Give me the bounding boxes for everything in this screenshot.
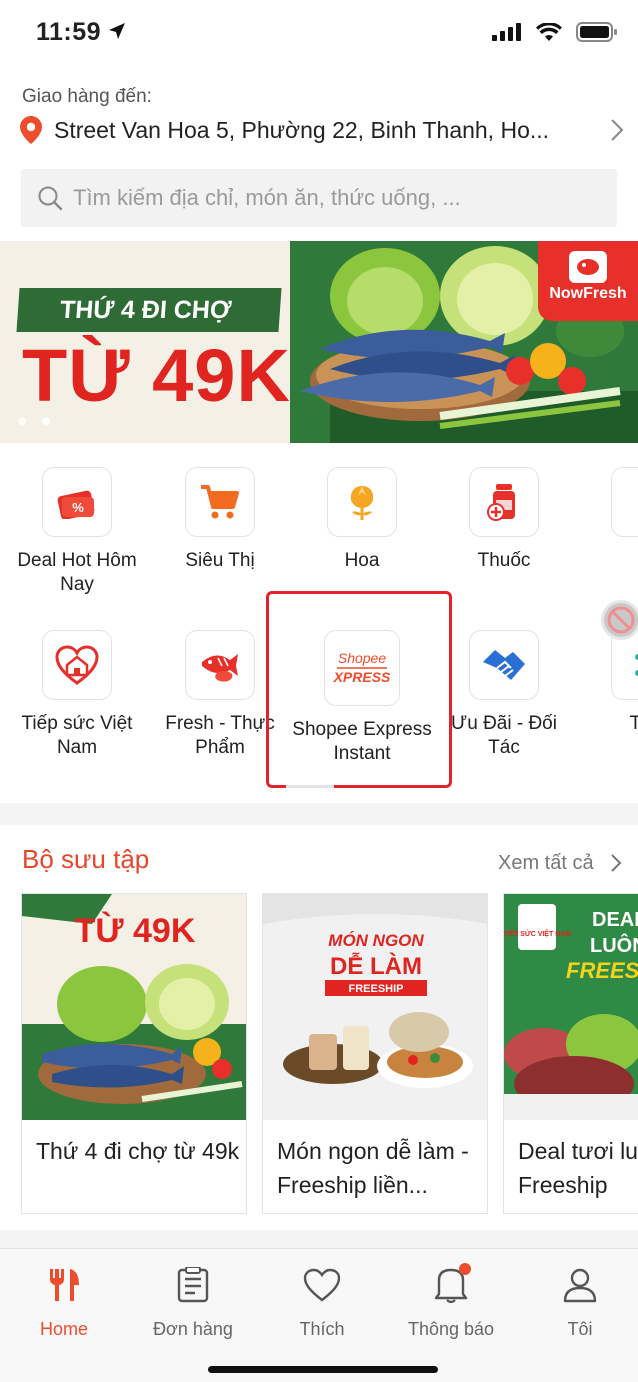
svg-text:%: % xyxy=(72,500,84,515)
collection-card-caption: Món ngon dễ làm - Freeship liền... xyxy=(277,1138,469,1198)
category-label: Deal Hot Hôm Nay xyxy=(17,550,137,595)
delivery-address[interactable]: Street Van Hoa 5, Phường 22, Binh Thanh,… xyxy=(20,112,628,148)
category-thuoc[interactable]: Thuốc xyxy=(433,467,575,573)
category-label: B xyxy=(575,549,638,573)
assistive-touch-button[interactable] xyxy=(601,600,638,640)
tab-orders[interactable]: Đơn hàng xyxy=(129,1265,257,1340)
collection-card[interactable]: TỪ 49K Thứ 4 đi chợ từ 49k xyxy=(21,893,247,1214)
banner-tag: THỨ 4 ĐI CHỢ xyxy=(16,288,282,332)
card-image-text-3: FREESHIP xyxy=(348,983,403,995)
collection-card-caption: Thứ 4 đi chợ từ 49k xyxy=(36,1138,240,1164)
see-all-link[interactable]: Xem tất cả xyxy=(498,852,594,875)
battery-icon xyxy=(576,22,617,42)
category-label: Thuốc xyxy=(477,550,531,571)
search-placeholder: Tìm kiếm địa chỉ, món ăn, thức uống, ... xyxy=(73,185,461,210)
location-pin-icon xyxy=(20,116,42,144)
bell-icon xyxy=(387,1263,515,1305)
category-deal-hot[interactable]: % Deal Hot Hôm Nay xyxy=(6,467,148,597)
collection-card-image: TIẾP SỨC VIỆT NAM DEAL LUÔN FREES xyxy=(504,894,638,1120)
collection-card[interactable]: MÓN NGON DỄ LÀM FREESHIP Món ngon dễ làm… xyxy=(262,893,488,1214)
tab-profile[interactable]: Tôi xyxy=(516,1265,638,1340)
category-label: Siêu Thị xyxy=(185,550,255,571)
delivery-label: Giao hàng đến: xyxy=(22,86,152,107)
search-icon xyxy=(38,186,63,211)
tab-label: Home xyxy=(39,1319,88,1339)
card-image-text-1: MÓN NGON xyxy=(328,931,424,950)
no-sign-icon xyxy=(607,606,635,634)
collection-card-image: TỪ 49K xyxy=(22,894,246,1120)
tab-home[interactable]: Home xyxy=(0,1265,128,1340)
tab-label: Thông báo xyxy=(407,1319,495,1339)
tab-label: Thích xyxy=(299,1319,345,1339)
delivery-address-text: Street Van Hoa 5, Phường 22, Binh Thanh,… xyxy=(54,116,550,143)
location-arrow-icon xyxy=(109,23,125,39)
heart-icon xyxy=(258,1265,386,1305)
category-tiep-suc[interactable]: Tiếp sức Việt Nam xyxy=(6,630,148,760)
flower-icon xyxy=(327,467,397,537)
category-label: Thú xyxy=(629,713,638,734)
collection-card-image: MÓN NGON DỄ LÀM FREESHIP xyxy=(263,894,487,1120)
handshake-icon xyxy=(469,630,539,700)
chevron-right-icon xyxy=(611,854,622,872)
highlight-box xyxy=(266,591,452,788)
wifi-icon xyxy=(536,22,562,41)
card-image-text-2: LUÔN xyxy=(590,933,638,957)
card-image-text: TỪ 49K xyxy=(75,912,196,950)
search-input[interactable]: Tìm kiếm địa chỉ, món ăn, thức uống, ... xyxy=(21,169,617,227)
promo-banner[interactable]: THỨ 4 ĐI CHỢ TỪ 49K NowFresh xyxy=(0,241,638,443)
bottom-tab-bar: Home Đơn hàng Thích Thông báo Tôi xyxy=(0,1248,638,1382)
category-label: Tiếp sức Việt Nam xyxy=(21,713,133,758)
medicine-bottle-icon xyxy=(469,467,539,537)
tab-favorites[interactable]: Thích xyxy=(258,1265,386,1340)
category-hoa[interactable]: Hoa xyxy=(291,467,433,573)
heart-house-icon xyxy=(42,630,112,700)
app-root: { "status_bar": {"time": "11:59"}, "addr… xyxy=(0,0,638,1382)
category-icon xyxy=(611,467,638,537)
card-image-text-3: FREES xyxy=(566,958,638,983)
tab-label: Tôi xyxy=(567,1319,593,1339)
home-indicator xyxy=(208,1366,438,1373)
carousel-dot xyxy=(42,417,50,425)
signal-icon xyxy=(492,23,521,41)
category-partial-thu[interactable]: Thú xyxy=(575,630,638,736)
collection-card[interactable]: TIẾP SỨC VIỆT NAM DEAL LUÔN FREES Deal t… xyxy=(503,893,638,1214)
nowfresh-logo-icon xyxy=(569,251,607,283)
section-divider xyxy=(0,803,638,825)
shopping-cart-icon xyxy=(185,467,255,537)
category-partial-b[interactable]: B xyxy=(575,467,638,573)
category-label: Ưu Đãi - Đối Tác xyxy=(451,713,557,758)
section-divider xyxy=(0,1230,638,1248)
nowfresh-text: NowFresh xyxy=(549,285,627,302)
status-bar: 11:59 xyxy=(0,0,638,66)
carousel-dot xyxy=(18,417,26,425)
highlight-underline xyxy=(286,785,334,788)
ticket-percent-icon: % xyxy=(42,467,112,537)
banner-headline: TỪ 49K xyxy=(22,334,291,417)
home-utensils-icon xyxy=(0,1265,128,1305)
chevron-right-icon xyxy=(611,119,624,141)
collection-title: Bộ sưu tập xyxy=(22,844,150,874)
nowfresh-badge: NowFresh xyxy=(538,241,638,321)
user-icon xyxy=(516,1265,638,1305)
card-image-text-1: DEAL xyxy=(592,909,638,931)
card-image-text-2: DỄ LÀM xyxy=(330,951,422,980)
category-label: Hoa xyxy=(344,550,380,571)
tab-notifications[interactable]: Thông báo xyxy=(387,1263,515,1340)
category-uu-dai[interactable]: Ưu Đãi - Đối Tác xyxy=(433,630,575,760)
status-icons xyxy=(492,22,618,42)
tab-label: Đơn hàng xyxy=(153,1319,233,1339)
category-sieu-thi[interactable]: Siêu Thị xyxy=(149,467,291,573)
fish-meat-icon xyxy=(185,630,255,700)
status-time: 11:59 xyxy=(36,18,102,46)
order-list-icon xyxy=(129,1265,257,1305)
collection-card-caption: Deal tươi lu - Freeship xyxy=(518,1138,638,1198)
notification-badge xyxy=(459,1263,471,1275)
